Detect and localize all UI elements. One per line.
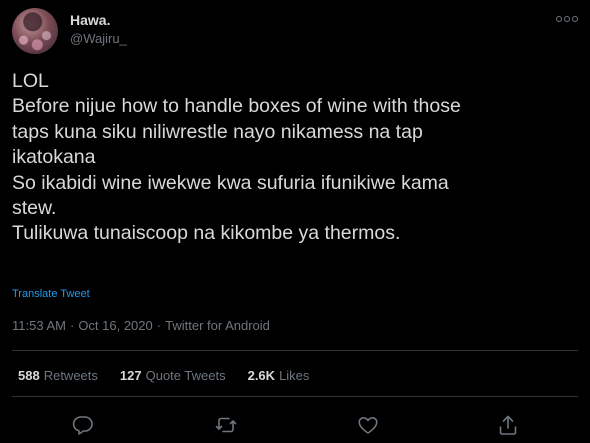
tweet-card: Hawa. @Wajiru_ LOL Before nijue how to h… [0, 0, 590, 443]
reply-icon [72, 416, 93, 435]
meta-separator: · [69, 318, 75, 333]
tweet-text-line: Tulikuwa tunaiscoop na kikombe ya thermo… [12, 222, 401, 245]
share-icon [499, 415, 517, 435]
author-display-name[interactable]: Hawa. [70, 12, 110, 28]
retweet-button[interactable] [214, 413, 238, 437]
quote-tweets-count: 127 [119, 368, 142, 383]
likes-count: 2.6K [247, 368, 276, 383]
tweet-text-line: LOL [12, 70, 49, 92]
quote-tweets-label: Quote Tweets [145, 368, 226, 383]
like-button[interactable] [356, 413, 380, 437]
tweet-text-line: So ikabidi wine iwekwe kwa sufuria ifuni… [12, 171, 449, 194]
quote-tweets-stat[interactable]: 127 Quote Tweets [120, 368, 226, 383]
tweet-text-line: taps kuna siku niliwrestle nayo nikamess… [12, 120, 423, 143]
tweet-actions [0, 413, 590, 437]
likes-stat[interactable]: 2.6K Likes [248, 368, 310, 383]
author-handle[interactable]: @Wajiru_ [70, 31, 127, 46]
tweet-date[interactable]: Oct 16, 2020 [78, 318, 152, 333]
retweets-stat[interactable]: 588 Retweets [18, 368, 98, 383]
tweet-meta: 11:53 AM · Oct 16, 2020 · Twitter for Androi… [12, 318, 270, 333]
reply-button[interactable] [71, 413, 95, 437]
tweet-text-line: ikatokana [12, 146, 96, 169]
tweet-time[interactable]: 11:53 AM [12, 318, 66, 333]
tweet-source[interactable]: Twitter for Android [165, 318, 270, 333]
translate-tweet-link[interactable]: Translate Tweet [12, 288, 90, 300]
heart-icon [358, 417, 378, 434]
retweet-icon [215, 417, 237, 433]
tweet-text-line: Before nijue how to handle boxes of wine… [12, 95, 461, 118]
meta-separator: · [156, 318, 162, 333]
divider [12, 350, 578, 351]
divider [12, 396, 578, 397]
retweets-count: 588 [18, 368, 40, 383]
share-button[interactable] [496, 413, 520, 437]
tweet-text: LOL Before nijue how to handle boxes of … [12, 69, 578, 247]
avatar[interactable] [12, 8, 58, 54]
tweet-text-line: stew. [12, 197, 57, 220]
more-options-icon[interactable] [556, 12, 578, 26]
retweets-label: Retweets [43, 368, 98, 383]
tweet-stats: 588 Retweets 127 Quote Tweets 2.6K Likes [18, 368, 331, 383]
likes-label: Likes [279, 368, 310, 383]
